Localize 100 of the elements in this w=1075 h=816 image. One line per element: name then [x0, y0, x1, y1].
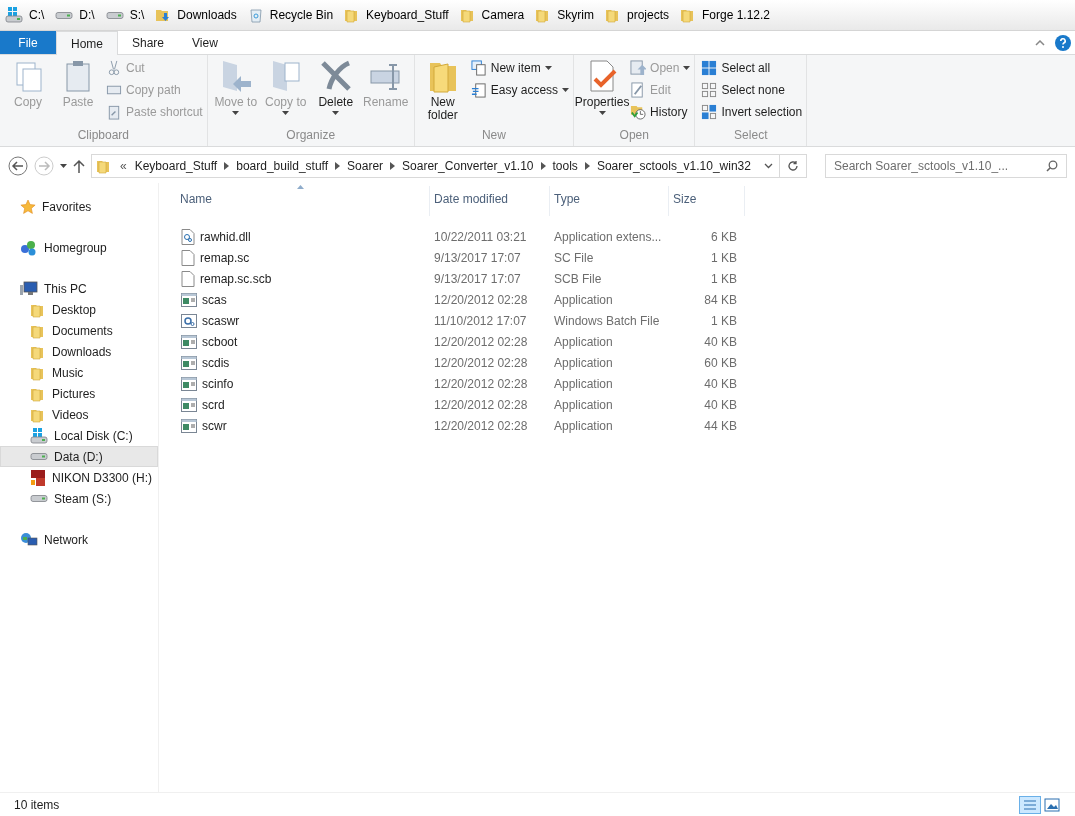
network-icon — [20, 531, 38, 548]
search-icon[interactable] — [1046, 160, 1058, 172]
quick-access-link[interactable]: Forge 1.12.2 — [680, 6, 771, 24]
chevron-down-icon[interactable] — [764, 163, 773, 169]
nav-item[interactable]: Desktop — [0, 299, 158, 320]
new-item-icon — [470, 60, 487, 76]
ribbon-tab[interactable]: Share — [118, 31, 179, 54]
ribbon-button[interactable]: Easy access — [470, 81, 570, 99]
nav-item[interactable]: Homegroup — [0, 237, 158, 258]
file-name: remap.sc.scb — [200, 270, 272, 288]
nav-item[interactable]: Documents — [0, 320, 158, 341]
quick-access-link[interactable]: S:\ — [105, 6, 145, 24]
caret-icon — [60, 164, 67, 168]
ribbon-button[interactable]: Select all — [701, 59, 803, 77]
ribbon-button[interactable]: New folder — [418, 59, 467, 122]
date-cell-text: 9/13/2017 17:07 — [433, 270, 522, 288]
drive-icon — [55, 11, 74, 19]
ribbon-button[interactable]: Delete — [311, 59, 360, 115]
nav-item[interactable]: NIKON D3300 (H:) — [0, 467, 158, 488]
size-cell-text: 1 KB — [710, 312, 738, 330]
overflow-marker[interactable]: « — [120, 157, 127, 175]
nav-item[interactable]: Favorites — [0, 196, 158, 217]
refresh-icon[interactable] — [787, 160, 799, 172]
nav-item[interactable]: Downloads — [0, 341, 158, 362]
file-tab[interactable]: File — [0, 31, 56, 54]
drive-icon — [30, 495, 48, 502]
nav-item[interactable]: Network — [0, 529, 158, 550]
file-name: rawhid.dll — [200, 228, 251, 246]
file-row[interactable]: scrd 12/20/2012 02:28 Application 40 KB — [176, 394, 1075, 415]
file-row[interactable]: remap.sc.scb 9/13/2017 17:07 SCB File 1 KB — [176, 268, 1075, 289]
breadcrumb-item[interactable]: board_build_stuff — [236, 157, 329, 175]
application-icon — [181, 292, 197, 307]
breadcrumb-item[interactable]: tools — [552, 157, 578, 175]
nav-item[interactable]: Local Disk (C:) — [0, 425, 158, 446]
quick-access-link[interactable]: Keyboard_Stuff — [344, 6, 449, 24]
recycle-bin-icon — [247, 7, 264, 23]
size-cell-text: 60 KB — [703, 354, 738, 372]
nav-item[interactable]: Music — [0, 362, 158, 383]
size-cell-text: 6 KB — [710, 228, 738, 246]
group-label: Select — [733, 127, 769, 144]
up-arrow-icon[interactable] — [73, 159, 85, 173]
homegroup-icon — [20, 239, 38, 256]
breadcrumb-item[interactable]: Keyboard_Stuff — [134, 157, 218, 175]
breadcrumb-item[interactable]: Soarer_sctools_v1.10_win32 — [596, 157, 751, 175]
file-row[interactable]: scaswr 11/10/2012 17:07 Windows Batch File 1 KB — [176, 310, 1075, 331]
ribbon-button[interactable]: New item — [470, 59, 570, 77]
address-bar[interactable]: « Keyboard_Stuff board_build_stuff Soarer Soarer_Converter_v1.10 tools Soarer_sctools_v1.10_win32 — [91, 154, 807, 178]
thumbnail-view-icon[interactable] — [1043, 795, 1061, 814]
select-none-icon — [701, 82, 718, 98]
file-row[interactable]: scdis 12/20/2012 02:28 Application 60 KB — [176, 352, 1075, 373]
quick-access-link[interactable]: Camera — [459, 6, 525, 24]
quick-access-link[interactable]: Skyrim — [535, 6, 594, 24]
back-icon[interactable] — [8, 156, 28, 176]
breadcrumb-item[interactable]: Soarer_Converter_v1.10 — [402, 157, 534, 175]
nav-item[interactable]: Steam (S:) — [0, 488, 158, 509]
nav-item[interactable]: This PC — [0, 278, 158, 299]
file-row[interactable]: scas 12/20/2012 02:28 Application 84 KB — [176, 289, 1075, 310]
application-icon — [181, 334, 197, 349]
help-icon[interactable] — [1055, 34, 1071, 51]
file-row[interactable]: remap.sc 9/13/2017 17:07 SC File 1 KB — [176, 247, 1075, 268]
group-label: Open — [618, 127, 650, 144]
nav-item[interactable]: Data (D:) — [0, 446, 158, 467]
column-header[interactable]: Date modified — [430, 186, 550, 216]
ribbon-button[interactable]: Invert selection — [701, 103, 803, 121]
ribbon-tab[interactable]: Home — [56, 31, 118, 55]
column-header[interactable]: Size — [669, 186, 745, 216]
nav-item[interactable]: Pictures — [0, 383, 158, 404]
column-header[interactable]: Type — [550, 186, 669, 216]
search-field[interactable]: Search Soarer_sctools_v1.10_... — [825, 154, 1067, 178]
quick-access-link[interactable]: C:\ — [5, 6, 45, 24]
breadcrumb-item[interactable]: Soarer — [347, 157, 384, 175]
date-cell-text: 9/13/2017 17:07 — [433, 249, 522, 267]
ribbon-button[interactable]: History — [630, 103, 691, 121]
quick-access-link[interactable]: D:\ — [55, 6, 95, 24]
chevron-right-icon — [335, 162, 341, 170]
file-row[interactable]: scinfo 12/20/2012 02:28 Application 40 KB — [176, 373, 1075, 394]
nav-item[interactable]: Videos — [0, 404, 158, 425]
collapse-icon[interactable] — [1035, 39, 1045, 46]
folder-icon — [680, 7, 696, 23]
sort-arrow-icon — [297, 185, 304, 189]
quick-access-link[interactable]: Recycle Bin — [247, 6, 334, 24]
date-cell-text: 12/20/2012 02:28 — [433, 291, 529, 309]
quick-access-link[interactable]: Downloads — [155, 6, 237, 24]
size-cell-text: 44 KB — [703, 417, 738, 435]
date-cell-text: 12/20/2012 02:28 — [433, 417, 529, 435]
size-cell-text: 40 KB — [703, 375, 738, 393]
ribbon-tab[interactable]: View — [178, 31, 232, 54]
file-row[interactable]: scwr 12/20/2012 02:28 Application 44 KB — [176, 415, 1075, 436]
column-header[interactable]: Name — [176, 186, 430, 216]
quick-access-link[interactable]: projects — [604, 6, 669, 24]
type-cell-text: Application — [553, 354, 614, 372]
easy-access-icon — [470, 82, 487, 98]
download-folder-icon — [155, 7, 172, 23]
ribbon-button[interactable]: Select none — [701, 81, 803, 99]
delete-x-icon — [318, 59, 353, 93]
file-row[interactable]: scboot 12/20/2012 02:28 Application 40 KB — [176, 331, 1075, 352]
file-row[interactable]: rawhid.dll 10/22/2011 03:21 Application extens... 6 KB — [176, 226, 1075, 247]
file-name: scinfo — [202, 375, 234, 393]
type-cell-text: SC File — [553, 249, 595, 267]
size-cell-text: 84 KB — [703, 291, 738, 309]
